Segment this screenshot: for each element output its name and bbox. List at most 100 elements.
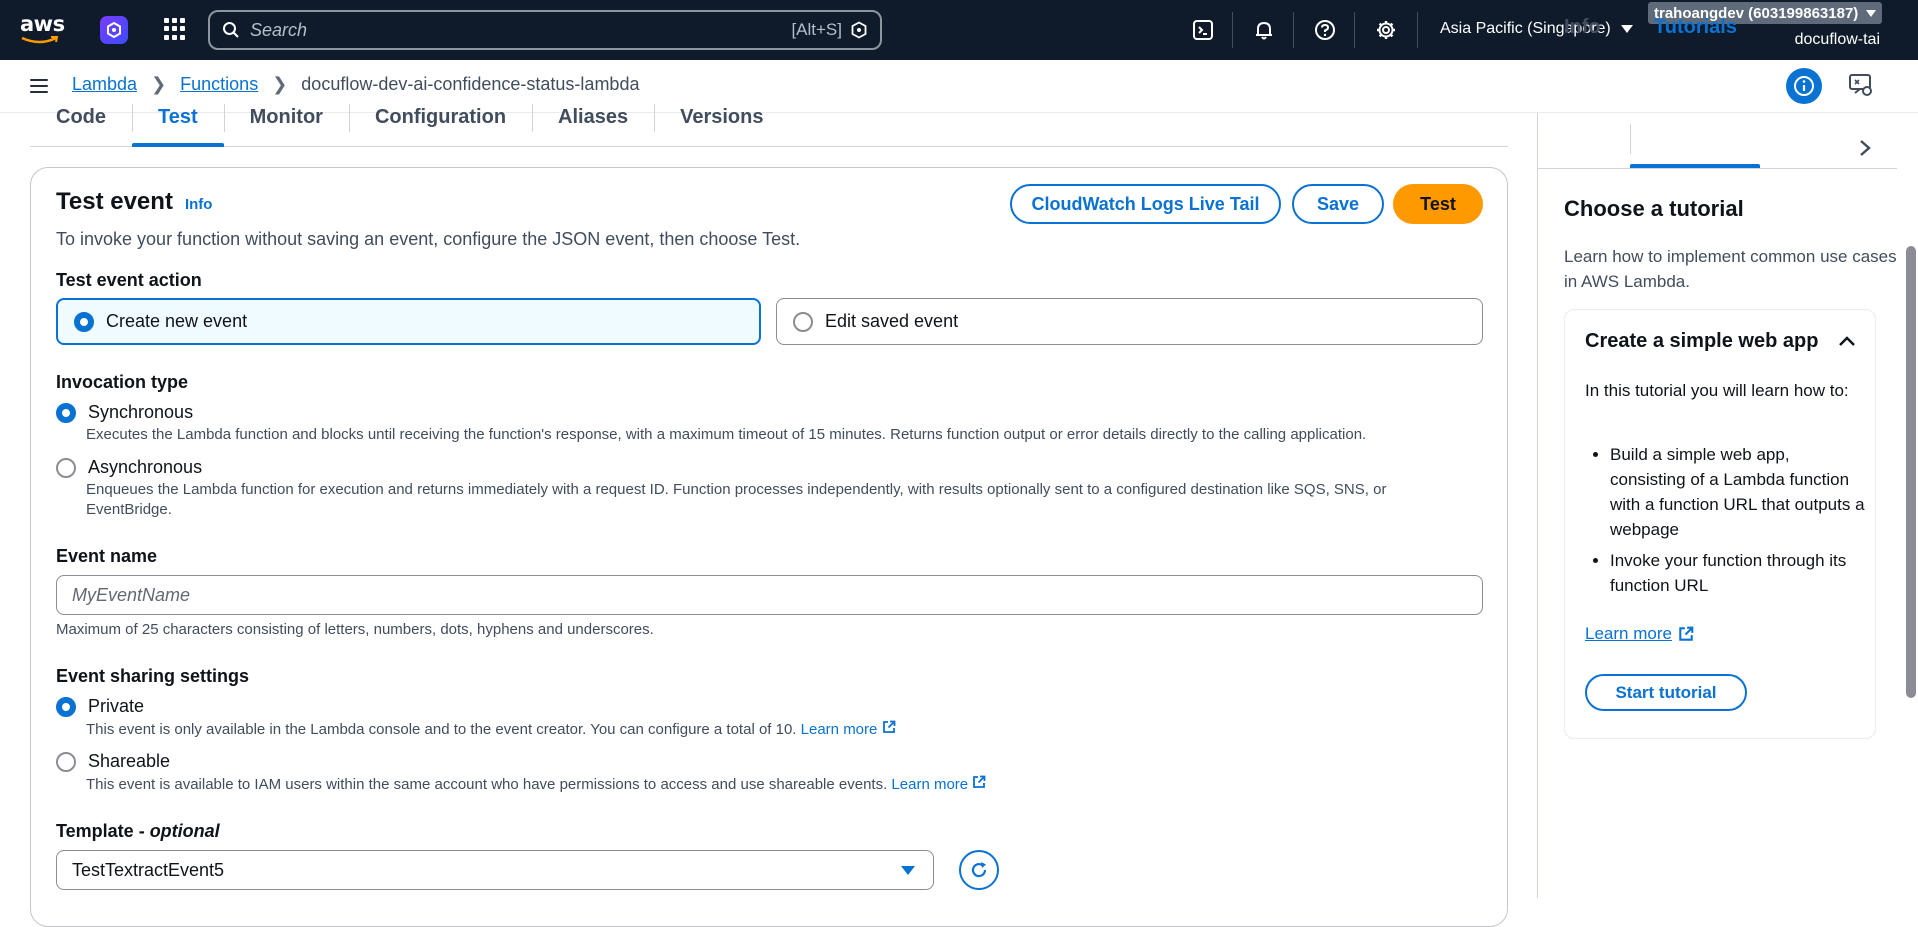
- nav-divider: [1293, 12, 1294, 48]
- learn-more-label: Learn more: [891, 776, 969, 793]
- event-name-input[interactable]: MyEventName: [56, 575, 1483, 615]
- event-name-hint: Maximum of 25 characters consisting of l…: [56, 621, 654, 638]
- private-label: Private: [88, 696, 145, 716]
- asynchronous-description: Enqueues the Lambda function for executi…: [86, 481, 1387, 518]
- breadcrumb-current: docuflow-dev-ai-confidence-status-lambda: [301, 74, 640, 94]
- external-link-icon: [973, 775, 986, 788]
- info-link[interactable]: Info: [185, 196, 213, 213]
- private-option[interactable]: Private: [56, 696, 144, 717]
- radio-unselected-icon[interactable]: [793, 311, 813, 332]
- private-description: This event is only available in the Lamb…: [86, 720, 896, 740]
- tab-versions[interactable]: Versions: [654, 100, 789, 146]
- amazon-q-icon[interactable]: [100, 16, 128, 44]
- asynchronous-label: Asynchronous: [88, 457, 203, 477]
- radio-unselected-icon[interactable]: [56, 751, 76, 772]
- active-tab-indicator: [1630, 164, 1760, 168]
- aws-smile-icon: [21, 36, 59, 44]
- breadcrumb-lambda-link[interactable]: Lambda: [72, 74, 137, 95]
- radio-unselected-icon[interactable]: [56, 457, 76, 478]
- scrollbar[interactable]: [1906, 246, 1916, 698]
- help-icon[interactable]: [1309, 14, 1341, 46]
- synchronous-option[interactable]: Synchronous: [56, 402, 193, 423]
- create-new-event-label: Create new event: [106, 311, 248, 331]
- refresh-icon: [971, 862, 987, 878]
- tutorial-card-bullets: Build a simple web app, consisting of a …: [1585, 442, 1865, 604]
- start-tutorial-button[interactable]: Start tutorial: [1585, 674, 1747, 711]
- save-button[interactable]: Save: [1292, 184, 1384, 224]
- notifications-bell-icon[interactable]: [1248, 14, 1280, 46]
- shareable-description-text: This event is available to IAM users wit…: [86, 776, 888, 793]
- test-event-action-label: Test event action: [56, 270, 202, 290]
- test-event-heading: Test event Info: [56, 188, 212, 216]
- create-new-event-tile[interactable]: Create new event: [56, 298, 761, 345]
- aws-logo[interactable]: aws: [20, 12, 65, 46]
- test-button[interactable]: Test: [1393, 184, 1483, 224]
- refresh-button[interactable]: [959, 850, 999, 890]
- tab-monitor[interactable]: Monitor: [223, 100, 349, 146]
- user-name[interactable]: docuflow-tai: [1795, 31, 1880, 49]
- external-link-icon: [1679, 626, 1694, 641]
- cloudshell-icon[interactable]: [1187, 14, 1219, 46]
- private-description-text: This event is only available in the Lamb…: [86, 721, 797, 738]
- external-link-icon: [882, 720, 895, 733]
- breadcrumb-functions-link[interactable]: Functions: [180, 74, 258, 95]
- radio-selected-icon[interactable]: [56, 402, 76, 423]
- shareable-label: Shareable: [88, 751, 171, 771]
- edit-saved-event-label: Edit saved event: [825, 311, 959, 331]
- nav-divider: [1232, 12, 1233, 48]
- list-item: Invoke your function through its functio…: [1610, 548, 1865, 598]
- tutorial-description: Learn how to implement common use cases …: [1564, 247, 1897, 291]
- radio-selected-icon[interactable]: [56, 696, 76, 717]
- asynchronous-option[interactable]: Asynchronous: [56, 457, 202, 478]
- test-event-panel: [30, 167, 1508, 927]
- tab-code[interactable]: Code: [30, 100, 132, 146]
- chevron-right-icon: ❯: [272, 74, 288, 94]
- search-input[interactable]: Search: [250, 20, 791, 41]
- region-selector[interactable]: Asia Pacific (Singapore): [1440, 20, 1633, 38]
- top-navigation: aws Search [Alt+S] Asia Pacific (Singapo…: [0, 0, 1918, 60]
- template-selected-value: TestTextractEvent5: [72, 859, 225, 880]
- search-bar[interactable]: Search [Alt+S]: [208, 10, 882, 50]
- learn-more-link[interactable]: Learn more: [891, 775, 986, 793]
- tutorial-learn-more-link[interactable]: Learn more: [1585, 624, 1694, 644]
- event-sharing-label: Event sharing settings: [56, 666, 250, 686]
- test-event-description: To invoke your function without saving a…: [56, 229, 801, 249]
- event-name-label: Event name: [56, 546, 158, 566]
- learn-more-link[interactable]: Learn more: [801, 720, 896, 738]
- feedback-icon[interactable]: [1848, 72, 1876, 100]
- learn-more-label: Learn more: [1585, 624, 1672, 643]
- chevron-right-icon: ❯: [151, 74, 167, 94]
- amazon-q-search-icon[interactable]: [850, 21, 868, 39]
- tutorial-card-title: Create a simple web app: [1585, 330, 1819, 352]
- info-panel-toggle-icon[interactable]: [1786, 68, 1822, 104]
- breadcrumb: Lambda ❯ Functions ❯ docuflow-dev-ai-con…: [72, 74, 639, 95]
- invocation-type-label: Invocation type: [56, 372, 189, 392]
- chevron-right-icon[interactable]: [1858, 138, 1872, 163]
- synchronous-label: Synchronous: [88, 402, 194, 422]
- chevron-up-icon[interactable]: [1838, 334, 1856, 352]
- tab-info[interactable]: Info: [1564, 16, 1601, 39]
- page-title: Test event: [56, 188, 173, 215]
- synchronous-description: Executes the Lambda function and blocks …: [86, 426, 1367, 443]
- search-shortcut: [Alt+S]: [791, 20, 842, 39]
- radio-selected-icon[interactable]: [74, 311, 94, 332]
- tab-configuration[interactable]: Configuration: [348, 100, 532, 146]
- tab-aliases[interactable]: Aliases: [532, 100, 654, 146]
- cloudwatch-live-tail-button[interactable]: CloudWatch Logs Live Tail: [1010, 184, 1281, 224]
- function-tabs: Code Test Monitor Configuration Aliases …: [30, 100, 1508, 147]
- shareable-option[interactable]: Shareable: [56, 751, 170, 772]
- edit-saved-event-tile[interactable]: Edit saved event: [776, 298, 1483, 345]
- template-label: Template - optional: [56, 821, 220, 841]
- services-grid-icon[interactable]: [164, 18, 186, 40]
- tutorial-card-intro: In this tutorial you will learn how to:: [1585, 381, 1849, 400]
- nav-divider: [1354, 12, 1355, 48]
- tab-test[interactable]: Test: [132, 100, 224, 147]
- tutorial-heading: Choose a tutorial: [1564, 196, 1744, 221]
- tab-tutorials[interactable]: Tutorials: [1654, 16, 1737, 39]
- shareable-description: This event is available to IAM users wit…: [86, 775, 986, 795]
- template-select[interactable]: TestTextractEvent5: [56, 850, 934, 890]
- nav-divider: [1417, 12, 1418, 48]
- settings-gear-icon[interactable]: [1370, 14, 1402, 46]
- menu-hamburger-icon[interactable]: [30, 79, 48, 93]
- search-icon: [223, 22, 239, 38]
